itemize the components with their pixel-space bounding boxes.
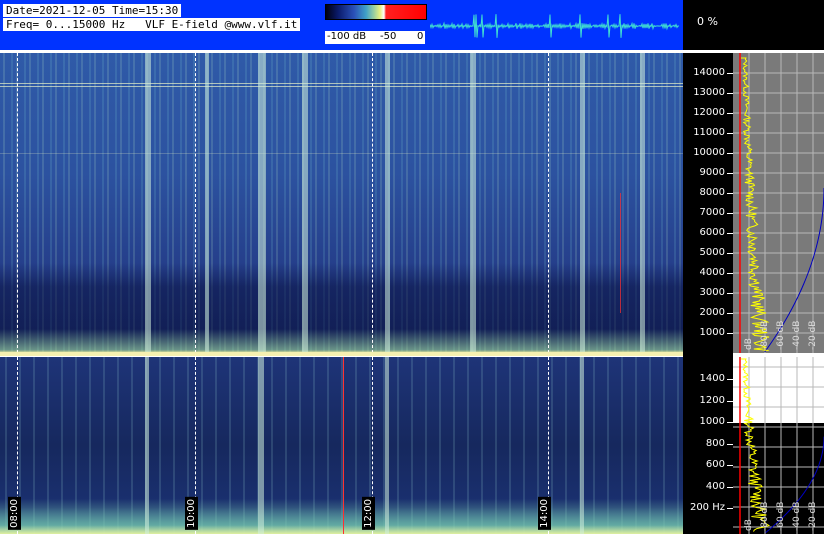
- freq-label-1200: 1200: [699, 394, 725, 406]
- hour-gridline: [195, 53, 196, 353]
- spectrum-plot-low: dB -80 dB -60 dB -40 dB -20 dB: [733, 357, 824, 534]
- spectrogram-high-frequency: [0, 53, 683, 353]
- db-scale-label: -60 dB: [776, 321, 786, 350]
- sferic-burst: [302, 53, 308, 353]
- sferic-burst: [258, 53, 266, 353]
- db-scale-label: -80 dB: [760, 321, 770, 350]
- freq-label-5000: 5000: [699, 247, 725, 258]
- freq-label-1000: 1000: [699, 327, 725, 338]
- sferic-burst: [470, 53, 476, 353]
- sferic-burst: [580, 357, 584, 534]
- db-scale-label: dB: [744, 338, 754, 350]
- time-label-1200: 12:00: [362, 497, 375, 530]
- db-scale-label: -60 dB: [776, 502, 786, 531]
- sferic-burst: [258, 357, 264, 534]
- spectrogram-low-frequency: 08:00 10:00 12:00 14:00: [0, 357, 683, 534]
- db-scale-label: -80 dB: [760, 502, 770, 531]
- spectrum-panel-low: dB -80 dB -60 dB -40 dB -20 dB: [733, 357, 824, 534]
- header-bar: Date=2021-12-05 Time=15:30 Freq= 0...150…: [0, 0, 683, 50]
- sferic-burst: [205, 53, 209, 353]
- db-scale-label: -40 dB: [792, 321, 802, 350]
- spectrogram-divider: [0, 352, 683, 356]
- waveform-trace: [430, 14, 680, 38]
- freq-label-600: 600: [705, 459, 725, 470]
- color-scale-bar: [325, 4, 427, 20]
- color-scale-mid-label: -50: [380, 31, 397, 42]
- time-label-1400: 14:00: [538, 497, 551, 530]
- level-percent-label: 0 %: [697, 15, 718, 28]
- sferic-burst: [640, 53, 645, 353]
- color-scale-min-label: -100 dB: [327, 31, 367, 42]
- spectrum-plot-high: dB -80 dB -60 dB -40 dB -20 dB: [733, 53, 824, 353]
- color-scale-labels: -100 dB -50 0: [325, 31, 425, 44]
- freq-label-11000: 11000: [693, 127, 725, 138]
- freq-label-14000: 14000: [693, 67, 725, 78]
- sferic-burst: [385, 53, 390, 353]
- freq-label-800: 800: [705, 437, 725, 449]
- freq-label-200-Hz: 200 Hz: [689, 502, 725, 513]
- frequency-axis: 14000 13000 12000 11000 10000 9000 8000 7000 600…: [683, 53, 733, 534]
- db-scale-label: -40 dB: [792, 502, 802, 531]
- freq-label-9000: 9000: [699, 167, 725, 178]
- waveform-path: [430, 14, 680, 38]
- sferic-burst: [385, 357, 389, 534]
- freq-label-7000: 7000: [699, 207, 725, 218]
- frequency-range-label: Freq= 0...15000 Hz VLF E-field @www.vlf.…: [3, 18, 301, 31]
- freq-label-400: 400: [705, 480, 725, 492]
- freq-label-10000: 10000: [693, 147, 725, 158]
- spectrum-panel-high: dB -80 dB -60 dB -40 dB -20 dB: [733, 53, 824, 353]
- red-marker-line: [343, 357, 344, 534]
- freq-label-3000: 3000: [699, 287, 725, 298]
- time-label-0800: 08:00: [8, 497, 21, 530]
- freq-label-4000: 4000: [699, 267, 725, 278]
- sferic-burst: [145, 357, 149, 534]
- freq-label-8000: 8000: [699, 187, 725, 198]
- freq-label-13000: 13000: [693, 87, 725, 98]
- date-time-label: Date=2021-12-05 Time=15:30: [3, 4, 182, 17]
- sferic-burst: [145, 53, 151, 353]
- db-scale-label: dB: [744, 519, 754, 531]
- sferic-burst: [580, 53, 585, 353]
- hour-gridline: [372, 53, 373, 353]
- time-label-1000: 10:00: [185, 497, 198, 530]
- freq-label-2000: 2000: [699, 307, 725, 318]
- hour-gridline: [548, 53, 549, 353]
- color-scale-max-label: 0: [417, 31, 424, 42]
- freq-label-1400: 1400: [699, 373, 725, 384]
- db-scale-label: -20 dB: [808, 321, 818, 350]
- hour-gridline: [17, 53, 18, 353]
- freq-label-12000: 12000: [693, 107, 725, 118]
- red-marker-trace: [620, 193, 621, 313]
- freq-label-6000: 6000: [699, 227, 725, 238]
- freq-label-1000: 1000: [699, 416, 725, 427]
- db-scale-label: -20 dB: [808, 502, 818, 531]
